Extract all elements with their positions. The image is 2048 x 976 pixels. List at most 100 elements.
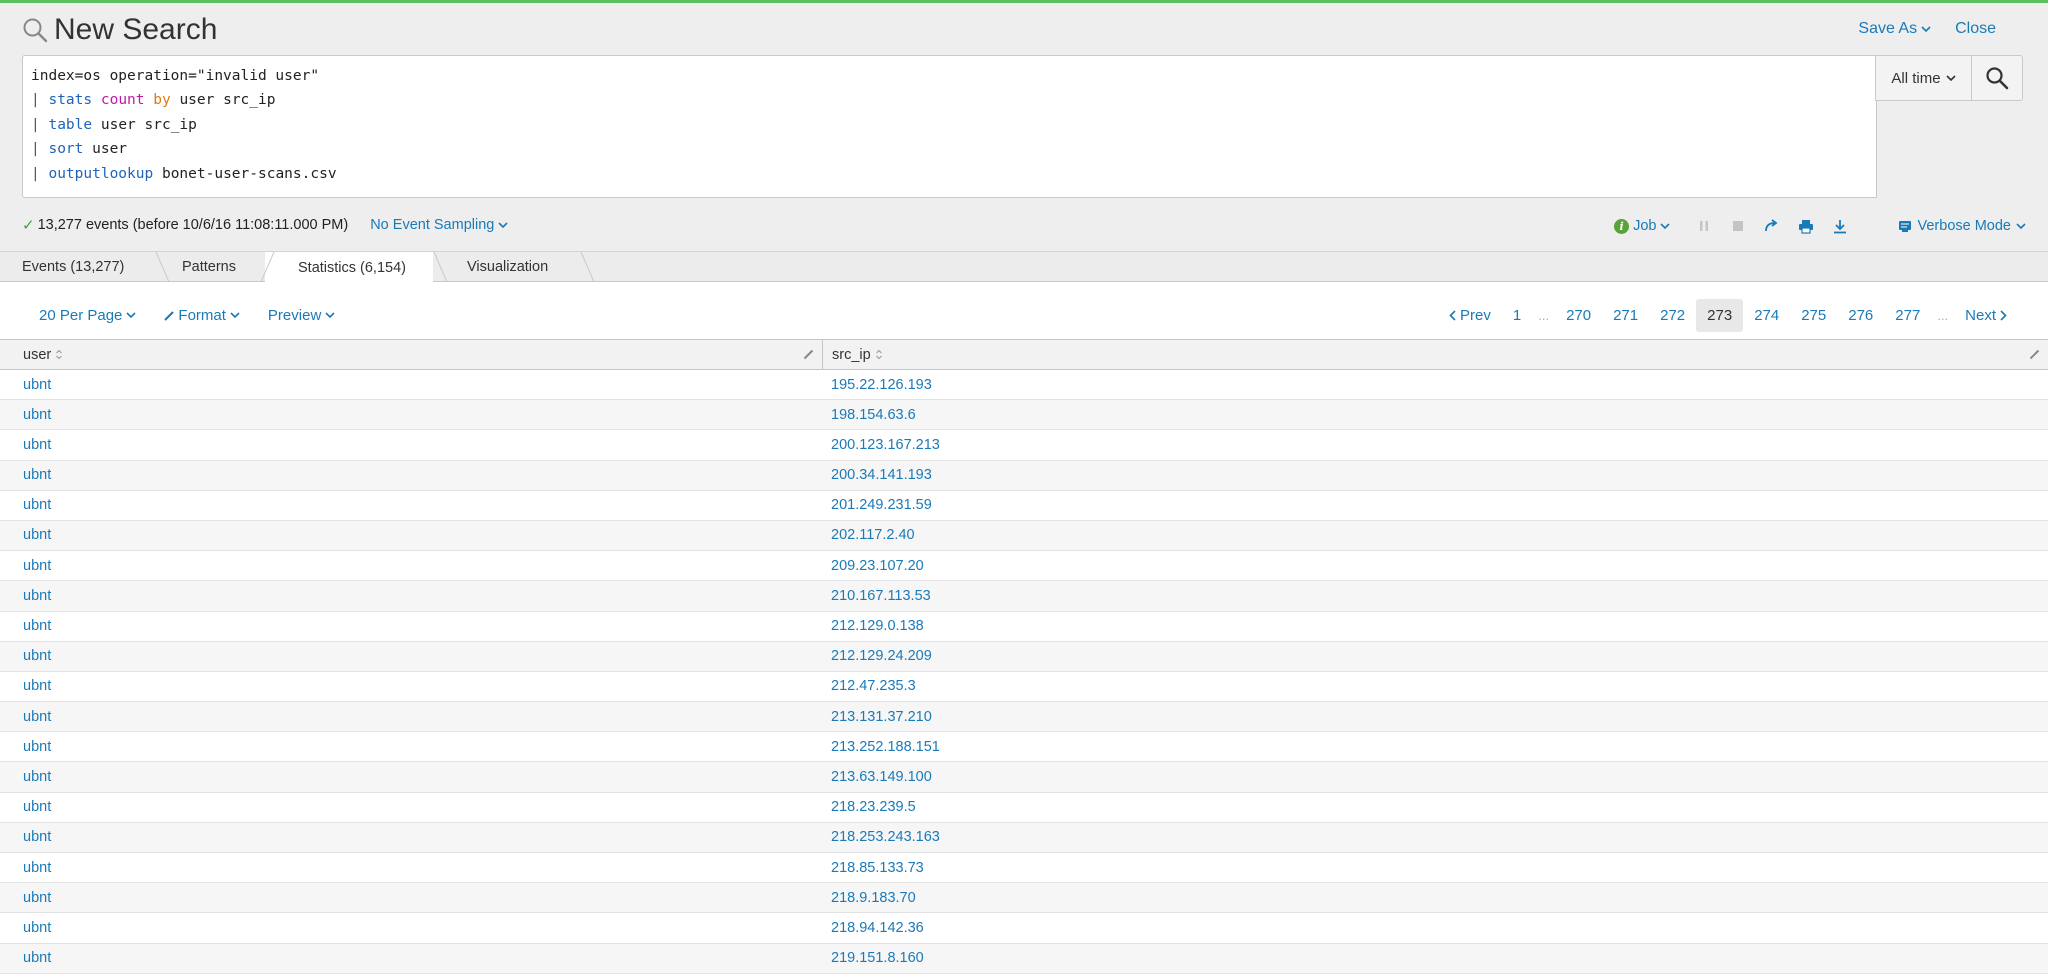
cell-src-ip[interactable]: 213.252.188.151 bbox=[831, 732, 940, 761]
cell-user[interactable]: ubnt bbox=[23, 461, 51, 490]
cell-src-ip[interactable]: 218.9.183.70 bbox=[831, 883, 916, 912]
column-divider[interactable] bbox=[822, 340, 823, 369]
search-mode-dropdown[interactable]: Verbose Mode bbox=[1898, 218, 2026, 234]
per-page-dropdown[interactable]: 20 Per Page bbox=[39, 307, 136, 324]
stop-icon[interactable] bbox=[1728, 216, 1748, 236]
page-275[interactable]: 275 bbox=[1790, 299, 1837, 332]
search-query-editor[interactable]: index=os operation="invalid user" | stats… bbox=[22, 55, 1877, 198]
time-range-picker[interactable]: All time bbox=[1875, 55, 1972, 101]
column-header-src-ip[interactable]: src_ip bbox=[832, 340, 883, 369]
cell-src-ip[interactable]: 213.63.149.100 bbox=[831, 762, 932, 791]
tab-patterns[interactable]: Patterns bbox=[170, 252, 265, 282]
cell-src-ip[interactable]: 195.22.126.193 bbox=[831, 370, 932, 399]
query-keyword: by bbox=[153, 92, 171, 109]
cell-user[interactable]: ubnt bbox=[23, 883, 51, 912]
sort-icon bbox=[875, 349, 882, 360]
query-pipe: | bbox=[31, 165, 49, 182]
chevron-down-icon bbox=[498, 221, 508, 228]
pause-icon[interactable] bbox=[1694, 216, 1714, 236]
cell-user[interactable]: ubnt bbox=[23, 672, 51, 701]
query-pipe: | bbox=[31, 92, 49, 109]
cell-user[interactable]: ubnt bbox=[23, 793, 51, 822]
cell-user[interactable]: ubnt bbox=[23, 642, 51, 671]
job-menu[interactable]: i Job bbox=[1614, 218, 1671, 234]
job-status-bar: ✓ 13,277 events (before 10/6/16 11:08:11… bbox=[22, 216, 2026, 238]
cell-src-ip[interactable]: 201.249.231.59 bbox=[831, 491, 932, 520]
cell-user[interactable]: ubnt bbox=[23, 732, 51, 761]
cell-user[interactable]: ubnt bbox=[23, 913, 51, 942]
table-row: ubnt 210.167.113.53 bbox=[0, 581, 2048, 612]
cell-src-ip[interactable]: 198.154.63.6 bbox=[831, 400, 916, 429]
cell-user[interactable]: ubnt bbox=[23, 762, 51, 791]
cell-src-ip[interactable]: 218.85.133.73 bbox=[831, 853, 924, 882]
cell-src-ip[interactable]: 213.131.37.210 bbox=[831, 702, 932, 731]
format-dropdown[interactable]: Format bbox=[164, 307, 240, 324]
cell-src-ip[interactable]: 209.23.107.20 bbox=[831, 551, 924, 580]
cell-user[interactable]: ubnt bbox=[23, 551, 51, 580]
cell-user[interactable]: ubnt bbox=[23, 853, 51, 882]
tab-statistics[interactable]: Statistics (6,154) bbox=[265, 252, 433, 283]
table-toolbar: 20 Per Page Format Preview bbox=[39, 307, 335, 324]
format-label: Format bbox=[178, 307, 226, 324]
cell-src-ip[interactable]: 218.253.243.163 bbox=[831, 823, 940, 852]
cell-src-ip[interactable]: 202.117.2.40 bbox=[831, 521, 915, 550]
cell-user[interactable]: ubnt bbox=[23, 430, 51, 459]
cell-user[interactable]: ubnt bbox=[23, 612, 51, 641]
print-icon[interactable] bbox=[1796, 216, 1816, 236]
page-274[interactable]: 274 bbox=[1743, 299, 1790, 332]
next-page-button[interactable]: Next bbox=[1954, 299, 2018, 332]
export-icon[interactable] bbox=[1830, 216, 1850, 236]
page-276[interactable]: 276 bbox=[1837, 299, 1884, 332]
cell-user[interactable]: ubnt bbox=[23, 370, 51, 399]
tab-patterns-label: Patterns bbox=[182, 259, 236, 275]
run-search-button[interactable] bbox=[1971, 55, 2023, 101]
query-text: user src_ip bbox=[170, 92, 276, 109]
cell-src-ip[interactable]: 212.129.0.138 bbox=[831, 612, 924, 641]
check-icon: ✓ bbox=[22, 217, 35, 234]
close-button[interactable]: Close bbox=[1955, 20, 1996, 38]
page-271[interactable]: 271 bbox=[1602, 299, 1649, 332]
cell-user[interactable]: ubnt bbox=[23, 521, 51, 550]
tab-divider bbox=[260, 252, 275, 282]
tab-divider bbox=[433, 252, 448, 282]
preview-dropdown[interactable]: Preview bbox=[268, 307, 335, 324]
cell-src-ip[interactable]: 218.23.239.5 bbox=[831, 793, 916, 822]
table-row: ubnt 219.151.8.160 bbox=[0, 943, 2048, 974]
cell-user[interactable]: ubnt bbox=[23, 400, 51, 429]
save-as-button[interactable]: Save As bbox=[1858, 20, 1931, 38]
event-sampling-dropdown[interactable]: No Event Sampling bbox=[370, 217, 508, 233]
page-first[interactable]: 1 bbox=[1502, 299, 1532, 332]
cell-user[interactable]: ubnt bbox=[23, 944, 51, 973]
cell-src-ip[interactable]: 200.34.141.193 bbox=[831, 461, 932, 490]
next-label: Next bbox=[1965, 307, 1996, 324]
query-pipe: | bbox=[31, 116, 49, 133]
cell-src-ip[interactable]: 200.123.167.213 bbox=[831, 430, 940, 459]
page-272[interactable]: 272 bbox=[1649, 299, 1696, 332]
cell-src-ip[interactable]: 218.94.142.36 bbox=[831, 913, 924, 942]
cell-src-ip[interactable]: 212.129.24.209 bbox=[831, 642, 932, 671]
cell-user[interactable]: ubnt bbox=[23, 491, 51, 520]
prev-page-button[interactable]: Prev bbox=[1438, 299, 1502, 332]
cell-src-ip[interactable]: 212.47.235.3 bbox=[831, 672, 916, 701]
query-pipe: | bbox=[31, 141, 49, 158]
cell-src-ip[interactable]: 219.151.8.160 bbox=[831, 944, 924, 973]
chevron-down-icon bbox=[1660, 222, 1671, 229]
cell-user[interactable]: ubnt bbox=[23, 702, 51, 731]
page-273-current[interactable]: 273 bbox=[1696, 299, 1744, 332]
share-icon[interactable] bbox=[1762, 216, 1782, 236]
table-row: ubnt 218.9.183.70 bbox=[0, 883, 2048, 914]
edit-column-icon[interactable] bbox=[2029, 349, 2040, 360]
edit-column-icon[interactable] bbox=[803, 349, 814, 360]
column-header-user[interactable]: user bbox=[23, 340, 63, 369]
chevron-down-icon bbox=[230, 312, 240, 319]
page-270[interactable]: 270 bbox=[1555, 299, 1602, 332]
cell-src-ip[interactable]: 210.167.113.53 bbox=[831, 581, 931, 610]
page-277[interactable]: 277 bbox=[1884, 299, 1931, 332]
query-text: index=os operation="invalid user" bbox=[31, 68, 320, 84]
chevron-down-icon bbox=[2016, 222, 2026, 229]
tab-events[interactable]: Events (13,277) bbox=[0, 252, 158, 282]
page-title: New Search bbox=[54, 13, 218, 46]
tab-visualization[interactable]: Visualization bbox=[450, 252, 580, 282]
cell-user[interactable]: ubnt bbox=[23, 581, 51, 610]
cell-user[interactable]: ubnt bbox=[23, 823, 51, 852]
